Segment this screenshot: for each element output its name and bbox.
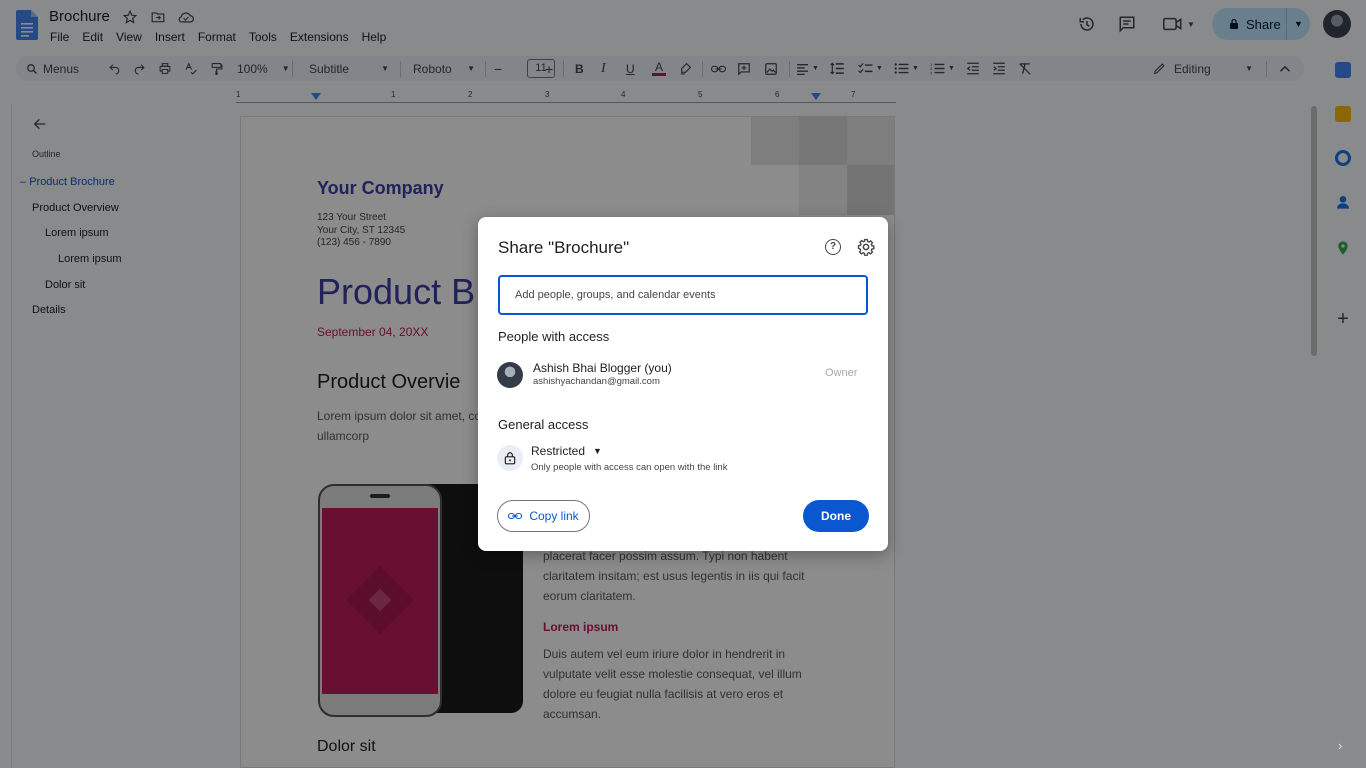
help-icon[interactable]: ? [825, 239, 841, 255]
person-name: Ashish Bhai Blogger (you) [533, 361, 672, 375]
link-icon [508, 512, 523, 520]
share-dialog: Share "Brochure" ? Add people, groups, a… [478, 217, 888, 551]
avatar [497, 362, 523, 388]
expand-side-panel-icon[interactable]: › [1338, 738, 1350, 753]
access-value: Restricted [531, 444, 586, 458]
settings-gear-icon[interactable] [857, 238, 875, 256]
person-email: ashishyachandan@gmail.com [533, 376, 660, 387]
people-with-access-heading: People with access [498, 329, 610, 344]
add-people-input[interactable]: Add people, groups, and calendar events [498, 275, 868, 315]
general-access-select[interactable]: Restricted ▼ [531, 444, 602, 458]
caret-down-icon: ▼ [593, 446, 602, 456]
general-access-heading: General access [498, 417, 589, 432]
done-button[interactable]: Done [803, 500, 869, 532]
copy-link-button[interactable]: Copy link [497, 500, 590, 532]
lock-icon [497, 445, 523, 471]
dialog-title: Share "Brochure" [498, 238, 630, 257]
owner-role: Owner [825, 367, 858, 379]
copy-link-label: Copy link [529, 509, 579, 523]
access-description: Only people with access can open with th… [531, 462, 728, 473]
